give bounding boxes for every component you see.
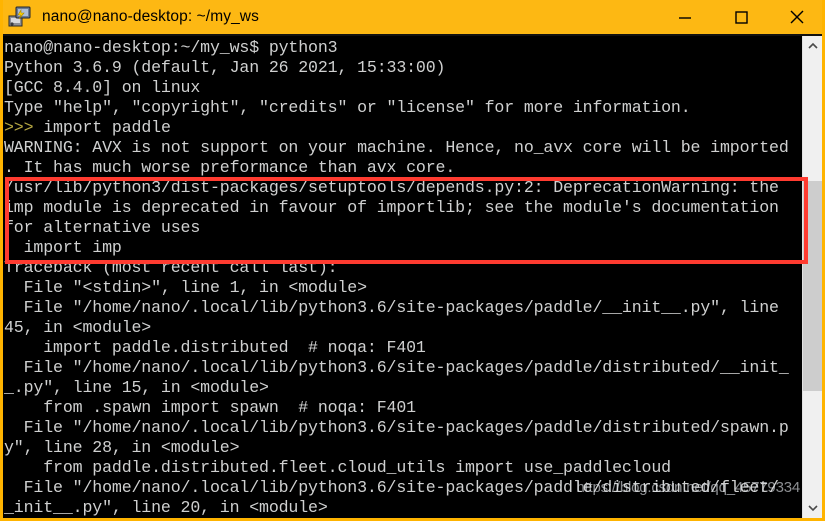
scrollbar-thumb[interactable] <box>803 181 822 391</box>
vertical-scrollbar[interactable] <box>802 36 822 518</box>
python-prompt-symbol: >>> <box>4 118 34 137</box>
scroll-down-arrow-icon[interactable] <box>803 498 822 518</box>
minimize-button[interactable] <box>657 0 713 34</box>
terminal-line: _.py", line 15, in <module> <box>4 378 269 397</box>
terminal-line: File "/home/nano/.local/lib/python3.6/si… <box>4 418 789 437</box>
terminal-line: /usr/lib/python3/dist-packages/setuptool… <box>4 178 779 197</box>
terminal-line: WARNING: AVX is not support on your mach… <box>4 138 789 157</box>
watermark-text: https://blog.csdn.net/qq_45779334 <box>576 479 800 496</box>
close-button[interactable] <box>769 0 822 34</box>
terminal-window: nano@nano-desktop: ~/my_ws nano@nano-des <box>0 0 825 521</box>
terminal-line: >>> import paddle <box>4 118 171 137</box>
terminal-line: 45, in <module> <box>4 318 152 337</box>
terminal-line: nano@nano-desktop:~/my_ws$ python3 <box>4 38 338 57</box>
terminal-line: Traceback (most recent call last): <box>4 258 338 277</box>
terminal-line: for alternative uses <box>4 218 201 237</box>
terminal-line: File "/home/nano/.local/lib/python3.6/si… <box>4 358 789 377</box>
title-bar[interactable]: nano@nano-desktop: ~/my_ws <box>3 0 822 36</box>
terminal-line: y", line 28, in <module> <box>4 438 240 457</box>
terminal-line: import paddle.distributed # noqa: F401 <box>4 338 426 357</box>
terminal-icon <box>8 5 34 29</box>
terminal-line: File "/home/nano/.local/lib/python3.6/si… <box>4 298 779 317</box>
terminal-line: imp module is deprecated in favour of im… <box>4 198 779 217</box>
window-controls <box>657 0 822 34</box>
terminal-line: [GCC 8.4.0] on linux <box>4 78 201 97</box>
terminal-line: from .spawn import spawn # noqa: F401 <box>4 398 416 417</box>
terminal-line: _init__.py", line 20, in <module> <box>4 498 328 517</box>
terminal-line: from paddle.distributed.fleet.cloud_util… <box>4 458 671 477</box>
terminal-line: . It has much worse preformance than avx… <box>4 158 456 177</box>
terminal-output[interactable]: nano@nano-desktop:~/my_ws$ python3 Python… <box>3 36 808 518</box>
scroll-up-arrow-icon[interactable] <box>803 36 822 56</box>
terminal-line: File "<stdin>", line 1, in <module> <box>4 278 367 297</box>
terminal-line: Type "help", "copyright", "credits" or "… <box>4 98 691 117</box>
window-title: nano@nano-desktop: ~/my_ws <box>42 8 259 25</box>
terminal-line: import imp <box>4 238 122 257</box>
maximize-button[interactable] <box>713 0 769 34</box>
terminal-line: Python 3.6.9 (default, Jan 26 2021, 15:3… <box>4 58 446 77</box>
